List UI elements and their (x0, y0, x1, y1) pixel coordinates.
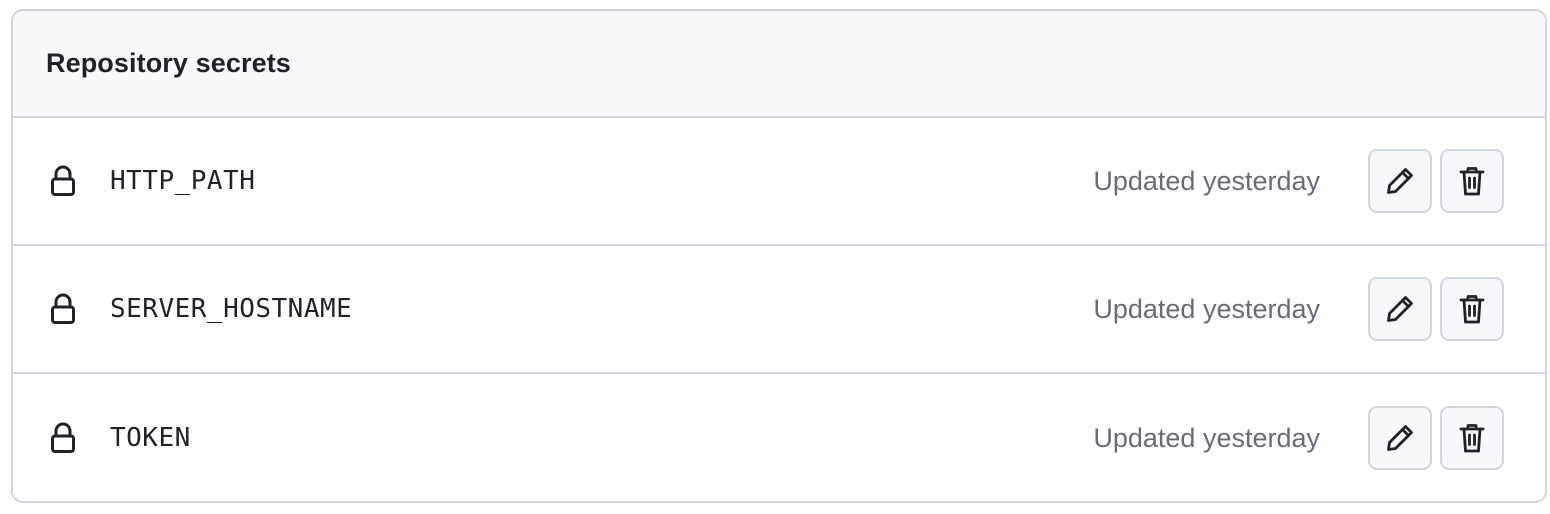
secret-name: TOKEN (110, 423, 191, 453)
trash-icon (1459, 165, 1485, 197)
delete-secret-button[interactable] (1440, 149, 1504, 213)
secret-updated-time: Updated yesterday (1093, 422, 1320, 453)
panel-title: Repository secrets (46, 48, 291, 78)
edit-secret-button[interactable] (1368, 277, 1432, 341)
repository-secrets-panel: Repository secrets HTTP_PATH Updated yes… (11, 9, 1547, 503)
lock-icon (49, 165, 77, 197)
pencil-icon (1385, 423, 1415, 453)
secret-name: SERVER_HOSTNAME (110, 294, 353, 324)
edit-secret-button[interactable] (1368, 149, 1432, 213)
pencil-icon (1385, 294, 1415, 324)
lock-icon (49, 293, 77, 325)
edit-secret-button[interactable] (1368, 406, 1432, 470)
trash-icon (1459, 293, 1485, 325)
secret-name: HTTP_PATH (110, 166, 256, 196)
lock-icon (49, 422, 77, 454)
secret-row: HTTP_PATH Updated yesterday (13, 118, 1545, 246)
delete-secret-button[interactable] (1440, 406, 1504, 470)
pencil-icon (1385, 166, 1415, 196)
delete-secret-button[interactable] (1440, 277, 1504, 341)
secret-updated-time: Updated yesterday (1093, 293, 1320, 324)
secret-row: TOKEN Updated yesterday (13, 374, 1545, 501)
secret-row: SERVER_HOSTNAME Updated yesterday (13, 246, 1545, 374)
secret-updated-time: Updated yesterday (1093, 165, 1320, 196)
trash-icon (1459, 422, 1485, 454)
panel-header: Repository secrets (13, 11, 1545, 118)
